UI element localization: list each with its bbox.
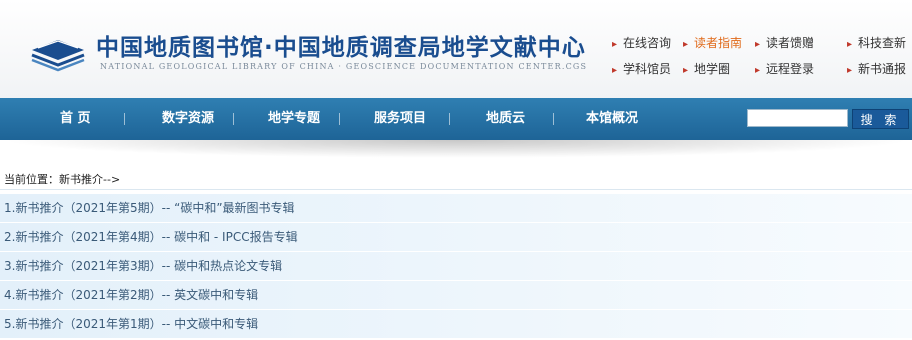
nav-divider (339, 113, 340, 125)
arrow-right-icon: ▸ (612, 65, 618, 76)
nav-item-home[interactable]: 首 页 (60, 98, 91, 140)
quick-link-subject-librarian[interactable]: ▸ 学科馆员 (612, 60, 671, 77)
list-item[interactable]: 1.新书推介（2021年第5期）-- “碳中和”最新图书专辑 (0, 194, 912, 222)
quick-link-reader-guide[interactable]: ▸ 读者指南 (683, 34, 742, 51)
arrow-right-icon: ▸ (755, 39, 761, 50)
quick-link-reader-donation[interactable]: ▸ 读者馈赠 (755, 34, 814, 51)
quick-link-novelty-search[interactable]: ▸ 科技查新 (847, 34, 906, 51)
arrow-right-icon: ▸ (847, 65, 853, 76)
nav-item-about[interactable]: 本馆概况 (586, 98, 638, 140)
nav-item-services[interactable]: 服务项目 (374, 98, 426, 140)
arrow-right-icon: ▸ (683, 39, 689, 50)
nav-divider (553, 113, 554, 125)
nav-item-geo-cloud[interactable]: 地质云 (486, 98, 525, 140)
quick-links: ▸ 在线咨询 ▸ 读者指南 ▸ 读者馈赠 ▸ 科技查新 ▸ 学科馆员 ▸ 地学圈 ▸ 远程登录… (610, 34, 912, 80)
nav-divider (449, 113, 450, 125)
list-item[interactable]: 3.新书推介（2021年第3期）-- 碳中和热点论文专辑 (0, 252, 912, 280)
quick-link-geo-circle[interactable]: ▸ 地学圈 (683, 60, 730, 77)
arrow-right-icon: ▸ (755, 65, 761, 76)
arrow-right-icon: ▸ (612, 39, 618, 50)
site-title[interactable]: 中国地质图书馆·中国地质调查局地学文献中心 (96, 28, 586, 62)
arrow-right-icon: ▸ (683, 65, 689, 76)
site-subtitle: NATIONAL GEOLOGICAL LIBRARY OF CHINA · G… (100, 62, 588, 71)
search-button[interactable]: 搜 索 (852, 109, 909, 129)
list-item[interactable]: 2.新书推介（2021年第4期）-- 碳中和 - IPCC报告专辑 (0, 223, 912, 251)
book-stack-logo-icon[interactable] (28, 30, 88, 72)
nav-shadow (0, 140, 912, 158)
arrow-right-icon: ▸ (847, 39, 853, 50)
search-input[interactable] (747, 109, 848, 127)
nav-divider (233, 113, 234, 125)
quick-link-new-books[interactable]: ▸ 新书通报 (847, 60, 906, 77)
breadcrumb: 当前位置：新书推介--> (4, 173, 121, 186)
quick-link-online-consult[interactable]: ▸ 在线咨询 (612, 34, 671, 51)
site-header: 中国地质图书馆·中国地质调查局地学文献中心 NATIONAL GEOLOGICA… (0, 0, 912, 98)
quick-link-remote-login[interactable]: ▸ 远程登录 (755, 60, 814, 77)
nav-divider (124, 113, 125, 125)
list-item[interactable]: 4.新书推介（2021年第2期）-- 英文碳中和专辑 (0, 281, 912, 309)
divider (0, 189, 912, 190)
nav-item-digital-resources[interactable]: 数字资源 (162, 98, 214, 140)
list-item[interactable]: 5.新书推介（2021年第1期）-- 中文碳中和专辑 (0, 310, 912, 338)
nav-item-geo-topics[interactable]: 地学专题 (268, 98, 320, 140)
